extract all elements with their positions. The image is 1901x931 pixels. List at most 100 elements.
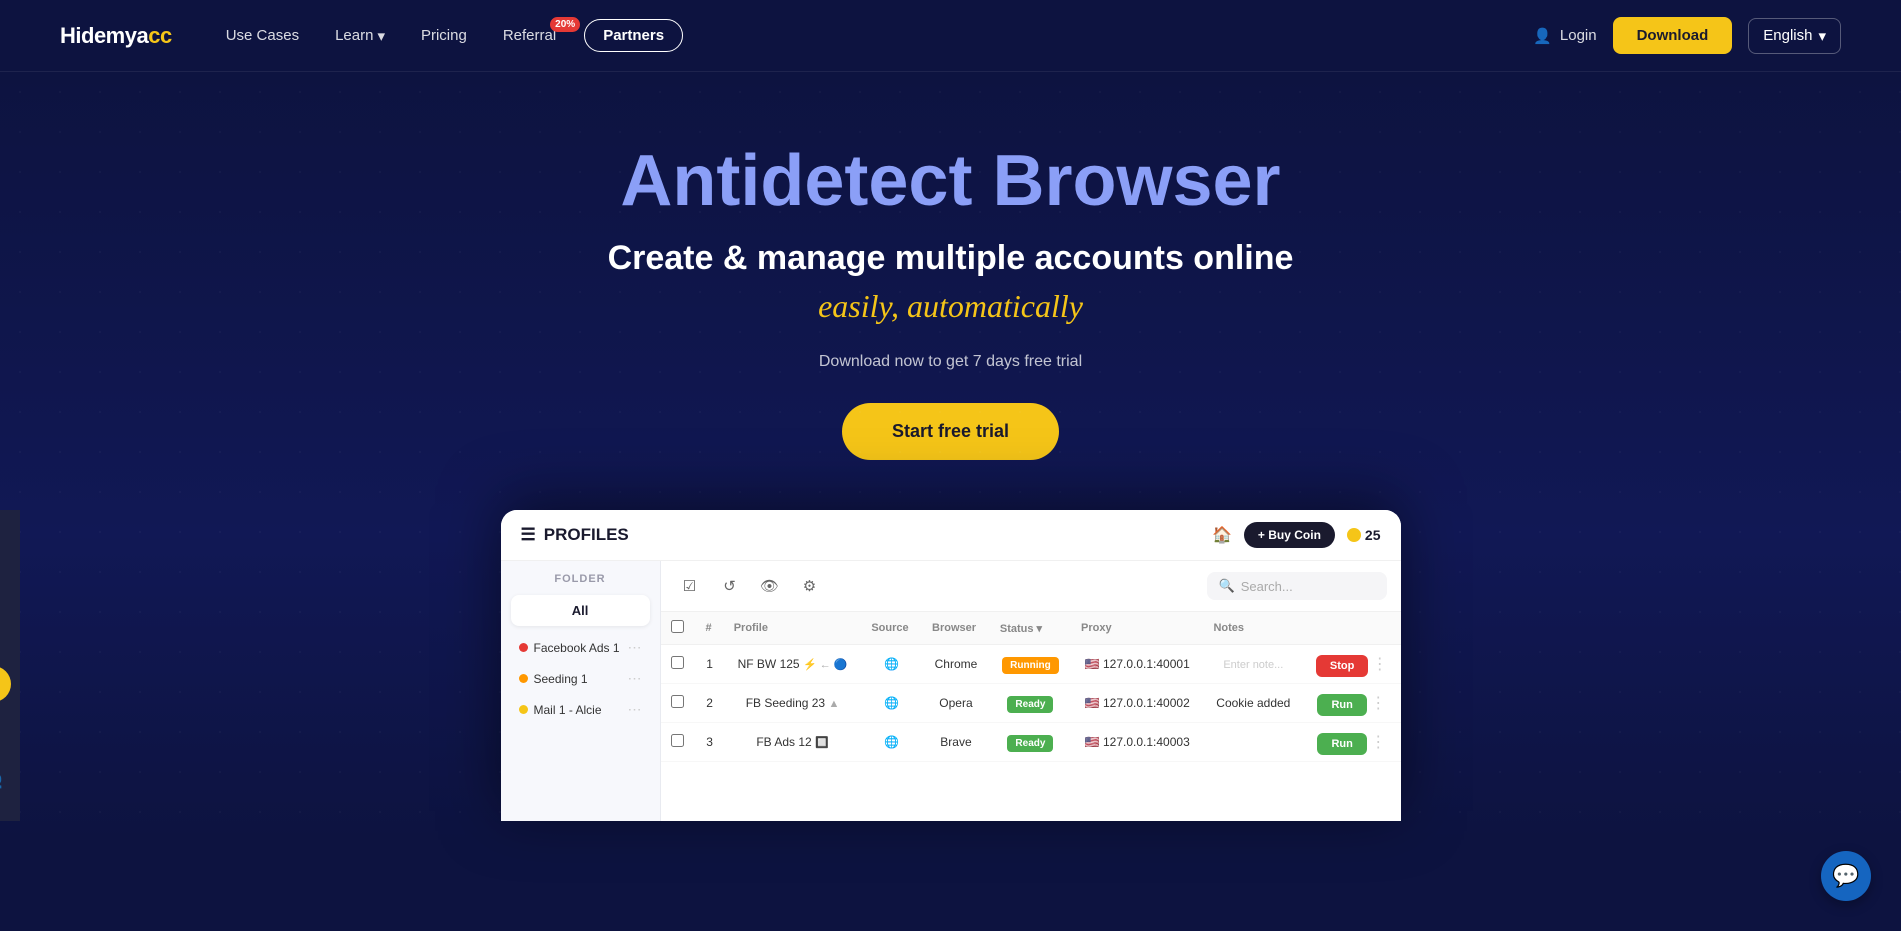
toolbar-check-icon[interactable]: ☑ <box>675 571 705 601</box>
table-row: 3 FB Ads 12 🔲 🌐 Brave Ready 🇺🇸 127.0.0.1… <box>661 723 1401 762</box>
row-action-2: Run ⋮ <box>1303 684 1400 723</box>
row-proxy-1: 🇺🇸 127.0.0.1:40001 <box>1071 645 1204 684</box>
nav-item-use-cases[interactable]: Use Cases <box>212 19 313 52</box>
more-menu-3[interactable]: ⋮ <box>1370 734 1386 751</box>
row-action-1: Stop ⋮ <box>1303 645 1400 684</box>
folder-section-label: FOLDER <box>511 573 650 585</box>
folder-dot-yellow <box>519 705 528 714</box>
login-button[interactable]: 👤 Login <box>1533 27 1596 45</box>
chevron-down-icon: ▾ <box>377 27 385 45</box>
folder-item-facebook[interactable]: Facebook Ads 1 ⋯ <box>511 632 650 663</box>
col-proxy: Proxy <box>1071 612 1204 645</box>
row-proxy-3: 🇺🇸 127.0.0.1:40003 <box>1071 723 1204 762</box>
folder-dot-red <box>519 643 528 652</box>
folder-item-mail[interactable]: Mail 1 - Alcie ⋯ <box>511 694 650 725</box>
hero-cursive: easily, automatically <box>20 288 1881 325</box>
flag-icon: 🇺🇸 <box>1085 696 1100 710</box>
profiles-area: ☑ ↺ 👁 ⚙ 🔍 Search... <box>661 561 1401 821</box>
folder-panel: FOLDER All Facebook Ads 1 ⋯ Seeding 1 ⋯ … <box>501 561 661 821</box>
folder-more-icon[interactable]: ⋯ <box>628 670 642 687</box>
sidebar-icon-lightning[interactable]: ⚡ <box>0 618 11 654</box>
status-badge-ready: Ready <box>1007 696 1053 713</box>
nav-item-learn[interactable]: Learn ▾ <box>321 19 399 53</box>
profiles-title: ☰ PROFILES <box>521 525 629 545</box>
buy-coin-button[interactable]: + Buy Coin <box>1244 522 1335 548</box>
table-row: 2 FB Seeding 23 ▲ 🌐 Opera Ready 🇺🇸 127.0… <box>661 684 1401 723</box>
sidebar-icon-user[interactable]: 👤 <box>0 522 11 558</box>
row-num-3: 3 <box>695 723 723 762</box>
row-action-3: Run ⋮ <box>1303 723 1400 762</box>
folder-more-icon[interactable]: ⋯ <box>628 639 642 656</box>
row-browser-2: Opera <box>922 684 990 723</box>
sidebar-icon-users[interactable]: 👥 <box>0 762 11 798</box>
status-badge-running: Running <box>1002 657 1059 674</box>
coin-icon <box>1347 528 1361 542</box>
logo[interactable]: Hidemyacc <box>60 23 172 49</box>
chat-bubble[interactable]: 💬 <box>1821 851 1871 901</box>
sidebar-icon-grid[interactable]: ⊞ <box>0 666 11 702</box>
menu-icon: ☰ <box>521 525 536 545</box>
col-notes: Notes <box>1203 612 1303 645</box>
row-browser-3: Brave <box>922 723 990 762</box>
col-checkbox <box>661 612 696 645</box>
app-body: FOLDER All Facebook Ads 1 ⋯ Seeding 1 ⋯ … <box>501 561 1401 821</box>
referral-badge: 20% <box>550 17 580 32</box>
more-menu-1[interactable]: ⋮ <box>1372 656 1388 673</box>
row-profile-3: FB Ads 12 🔲 <box>724 723 862 762</box>
profile-icon-lightning: ⚡ ← 🔵 <box>803 659 848 671</box>
col-status: Status ▾ <box>990 612 1071 645</box>
flag-icon: 🇺🇸 <box>1085 735 1100 749</box>
row-checkbox-3[interactable] <box>671 734 684 747</box>
table-toolbar: ☑ ↺ 👁 ⚙ 🔍 Search... <box>661 561 1401 612</box>
nav-item-pricing[interactable]: Pricing <box>407 19 481 52</box>
download-button[interactable]: Download <box>1613 17 1733 54</box>
flag-icon: 🇺🇸 <box>1085 657 1100 671</box>
home-icon[interactable]: 🏠 <box>1212 525 1232 545</box>
toolbar-settings-icon[interactable]: ⚙ <box>795 571 825 601</box>
row-status-3: Ready <box>990 723 1071 762</box>
nav-item-partners[interactable]: Partners <box>584 19 683 52</box>
more-menu-2[interactable]: ⋮ <box>1370 695 1386 712</box>
folder-dot-orange <box>519 674 528 683</box>
row-checkbox-1[interactable] <box>671 656 684 669</box>
run-button-3[interactable]: Run <box>1317 733 1366 755</box>
stop-button-1[interactable]: Stop <box>1316 655 1368 677</box>
row-profile-1: NF BW 125 ⚡ ← 🔵 <box>724 645 862 684</box>
toolbar-refresh-icon[interactable]: ↺ <box>715 571 745 601</box>
profile-icon-grid: 🔲 <box>815 737 829 749</box>
toolbar-eye-icon[interactable]: 👁 <box>755 571 785 601</box>
hero-description: Download now to get 7 days free trial <box>20 353 1881 371</box>
nav-links: Use Cases Learn ▾ Pricing Referral 20% P… <box>212 19 683 53</box>
row-num-2: 2 <box>695 684 723 723</box>
row-source-1: 🌐 <box>861 645 922 684</box>
language-selector[interactable]: English ▾ <box>1748 18 1841 54</box>
sidebar-icon-add[interactable]: ＋ <box>0 570 11 606</box>
search-placeholder: Search... <box>1241 579 1293 594</box>
navbar: Hidemyacc Use Cases Learn ▾ Pricing Refe… <box>0 0 1901 72</box>
start-trial-button[interactable]: Start free trial <box>842 403 1059 460</box>
folder-more-icon[interactable]: ⋯ <box>628 701 642 718</box>
row-num-1: 1 <box>695 645 723 684</box>
row-proxy-2: 🇺🇸 127.0.0.1:40002 <box>1071 684 1204 723</box>
sidebar-icon-download[interactable]: ⬇ <box>0 714 11 750</box>
folder-all-item[interactable]: All <box>511 595 650 626</box>
row-status-1: Running <box>990 645 1071 684</box>
col-source: Source <box>861 612 922 645</box>
row-source-3: 🌐 <box>861 723 922 762</box>
user-icon: 👤 <box>1533 27 1552 45</box>
run-button-2[interactable]: Run <box>1317 694 1366 716</box>
row-notes-1[interactable]: Enter note... <box>1203 645 1303 684</box>
nav-item-referral[interactable]: Referral 20% <box>489 19 576 52</box>
app-preview: 👤 ＋ ⚡ ⊞ ⬇ 👥 ☰ PROFILES 🏠 + Buy Coin 25 <box>20 510 1881 821</box>
row-checkbox-2[interactable] <box>671 695 684 708</box>
profiles-table: # Profile Source Browser Status ▾ Proxy … <box>661 612 1401 762</box>
chat-icon: 💬 <box>1832 863 1859 889</box>
nav-right: 👤 Login Download English ▾ <box>1533 17 1841 54</box>
search-box[interactable]: 🔍 Search... <box>1207 572 1387 600</box>
col-browser: Browser <box>922 612 990 645</box>
row-notes-2: Cookie added <box>1203 684 1303 723</box>
folder-item-seeding[interactable]: Seeding 1 ⋯ <box>511 663 650 694</box>
nav-left: Hidemyacc Use Cases Learn ▾ Pricing Refe… <box>60 19 683 53</box>
row-notes-3 <box>1203 723 1303 762</box>
select-all-checkbox[interactable] <box>671 620 684 633</box>
